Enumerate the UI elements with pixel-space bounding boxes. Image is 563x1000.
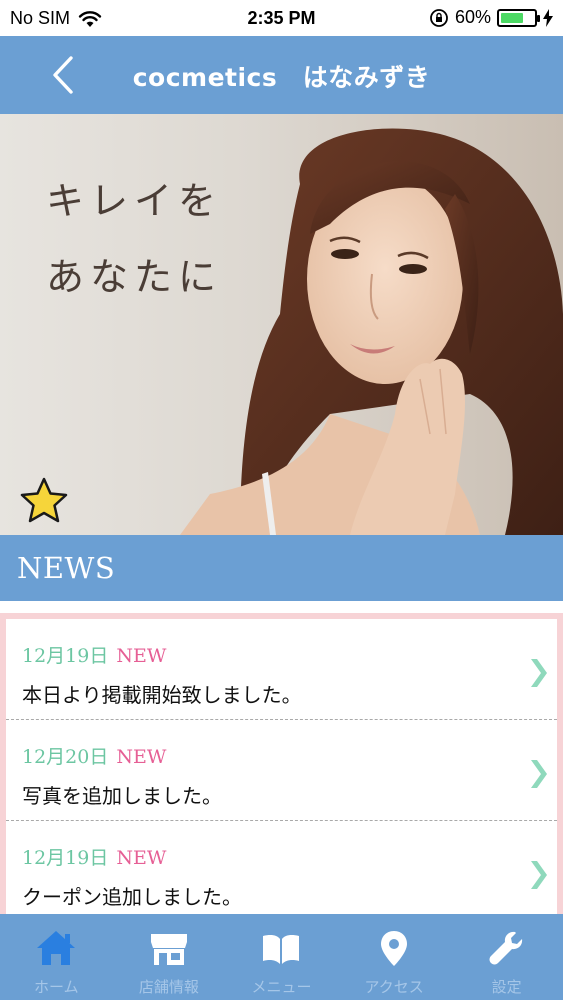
news-date: 12月20日 xyxy=(22,746,109,768)
hero-banner: キレイを あなたに xyxy=(0,114,563,535)
page-title: cocmetics はなみずき xyxy=(132,63,431,92)
star-icon xyxy=(20,477,68,523)
news-date-row: 12月20日 NEW xyxy=(22,742,166,769)
book-icon xyxy=(263,935,300,964)
status-right: 60% xyxy=(429,7,553,28)
news-area: 12月19日 NEW 本日より掲載開始致しました。 12月20日 NEW 写真を追加… xyxy=(0,601,563,933)
new-badge: NEW xyxy=(116,746,167,768)
map-pin-icon xyxy=(381,931,408,966)
tab-label: ホーム xyxy=(34,978,79,996)
news-text: 写真を追加しました。 xyxy=(22,784,222,808)
news-title: NEWS xyxy=(17,551,116,585)
charging-bolt-icon xyxy=(543,8,553,27)
news-section-header: NEWS xyxy=(0,535,563,601)
favorite-button[interactable] xyxy=(18,476,70,526)
tab-access[interactable]: アクセス xyxy=(338,914,451,1000)
hero-tagline-line1: キレイを xyxy=(46,179,223,223)
status-bar: No SIM 2:35 PM 60% xyxy=(0,0,563,36)
news-item[interactable]: 12月19日 NEW 本日より掲載開始致しました。 xyxy=(6,619,557,720)
chevron-right-icon xyxy=(531,861,547,889)
new-badge: NEW xyxy=(116,645,167,667)
battery-icon xyxy=(497,8,540,27)
battery-fill xyxy=(501,12,523,23)
new-badge: NEW xyxy=(116,847,167,869)
tab-settings[interactable]: 設定 xyxy=(450,914,563,1000)
news-date: 12月19日 xyxy=(22,847,109,869)
chevron-right-icon xyxy=(531,659,547,687)
chevron-right-icon xyxy=(531,760,547,788)
tab-label: メニュー xyxy=(251,978,312,996)
news-date-row: 12月19日 NEW xyxy=(22,641,166,668)
tab-label: 店舗情報 xyxy=(138,978,199,996)
news-item[interactable]: 12月19日 NEW クーポン追加しました。 xyxy=(6,821,557,922)
news-list: 12月19日 NEW 本日より掲載開始致しました。 12月20日 NEW 写真を追加… xyxy=(6,619,557,919)
tab-shop-info[interactable]: 店舗情報 xyxy=(113,914,226,1000)
news-text: クーポン追加しました。 xyxy=(22,885,242,909)
battery-percent: 60% xyxy=(454,7,491,27)
tab-label: アクセス xyxy=(364,978,424,996)
news-date: 12月19日 xyxy=(22,645,109,667)
tab-bar: ホーム 店舗情報 メニュー アクセス 設定 xyxy=(0,914,563,1000)
nav-header: cocmetics はなみずき xyxy=(0,36,563,114)
hero-tagline-line2: あなたに xyxy=(46,255,223,299)
tab-menu[interactable]: メニュー xyxy=(225,914,338,1000)
news-text: 本日より掲載開始致しました。 xyxy=(22,683,302,707)
shop-icon xyxy=(150,934,187,965)
tab-home[interactable]: ホーム xyxy=(0,914,113,1000)
rotation-lock-icon xyxy=(430,8,448,27)
tab-label: 設定 xyxy=(491,978,522,996)
news-item[interactable]: 12月20日 NEW 写真を追加しました。 xyxy=(6,720,557,821)
home-icon xyxy=(37,931,76,965)
wrench-icon xyxy=(489,931,522,965)
news-date-row: 12月19日 NEW xyxy=(22,843,166,870)
